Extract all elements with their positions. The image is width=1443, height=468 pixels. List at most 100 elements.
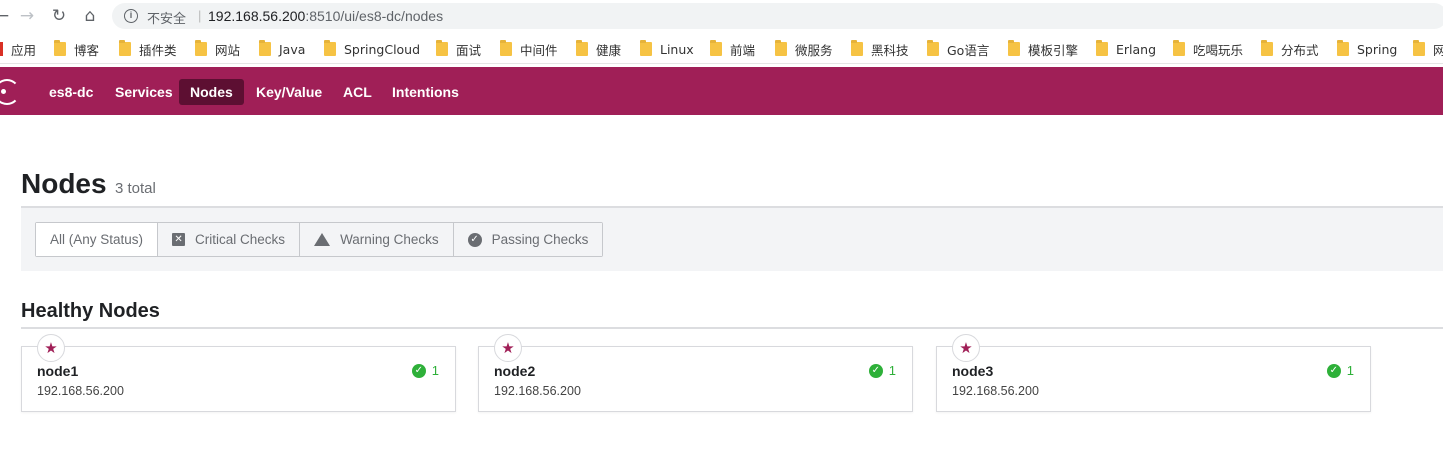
bookmark-item[interactable]: Spring bbox=[1337, 40, 1397, 58]
folder-icon bbox=[1173, 40, 1185, 56]
datacenter-selector[interactable]: es8-dc bbox=[38, 79, 104, 105]
bookmark-label: 健康 bbox=[596, 42, 622, 58]
status-filter-group: All (Any Status) ✕ Critical Checks Warnin… bbox=[35, 222, 604, 257]
bookmark-item[interactable]: 面试 bbox=[436, 40, 481, 58]
bookmark-item[interactable]: 中间件 bbox=[500, 40, 558, 58]
info-icon[interactable]: i bbox=[124, 9, 138, 23]
passing-icon: ✓ bbox=[467, 232, 482, 247]
consul-logo-icon[interactable] bbox=[0, 79, 20, 105]
filter-warning-button[interactable]: Warning Checks bbox=[299, 223, 453, 256]
filter-critical-button[interactable]: ✕ Critical Checks bbox=[157, 223, 300, 256]
warning-icon bbox=[314, 233, 331, 246]
folder-icon bbox=[576, 40, 588, 56]
bookmark-item[interactable]: 应用 bbox=[0, 40, 36, 58]
bookmark-item[interactable]: 吃喝玩乐 bbox=[1173, 40, 1243, 58]
filter-passing-button[interactable]: ✓ Passing Checks bbox=[452, 223, 603, 256]
bookmark-item[interactable]: 前端 bbox=[710, 40, 755, 58]
bookmark-label: 插件类 bbox=[139, 42, 177, 58]
apps-icon bbox=[0, 42, 3, 56]
bookmark-item[interactable]: 黑科技 bbox=[851, 40, 909, 58]
url-text[interactable]: 192.168.56.200:8510/ui/es8-dc/nodes bbox=[208, 8, 443, 24]
node-card[interactable]: ★ node2 192.168.56.200 ✓ 1 bbox=[478, 334, 913, 412]
folder-icon bbox=[775, 40, 787, 56]
filter-all-label: All (Any Status) bbox=[50, 232, 144, 247]
nav-nodes[interactable]: Nodes bbox=[179, 79, 244, 105]
check-circle-icon: ✓ bbox=[868, 363, 883, 378]
star-icon: ★ bbox=[952, 334, 980, 362]
folder-icon bbox=[1413, 40, 1425, 56]
bookmark-label: 微服务 bbox=[795, 42, 833, 58]
nav-acl[interactable]: ACL bbox=[332, 79, 383, 105]
bookmark-item[interactable]: Java bbox=[259, 40, 305, 58]
bookmark-label: 模板引擎 bbox=[1028, 42, 1079, 58]
bookmark-label: 黑科技 bbox=[871, 42, 909, 58]
folder-icon bbox=[851, 40, 863, 56]
page-title: Nodes bbox=[21, 168, 107, 199]
bookmark-item[interactable]: SpringCloud bbox=[324, 40, 420, 58]
folder-icon bbox=[1337, 40, 1349, 56]
node-address: 192.168.56.200 bbox=[952, 384, 1039, 398]
node-name: node2 bbox=[494, 363, 536, 379]
node-address: 192.168.56.200 bbox=[494, 384, 581, 398]
star-icon: ★ bbox=[37, 334, 65, 362]
bookmark-item[interactable]: Go语言 bbox=[927, 40, 989, 58]
bookmark-label: 面试 bbox=[456, 42, 482, 58]
bookmark-item[interactable]: 网站 bbox=[195, 40, 240, 58]
nav-key-value[interactable]: Key/Value bbox=[245, 79, 333, 105]
bookmark-item[interactable]: Linux bbox=[640, 40, 694, 58]
bookmark-item[interactable]: Erlang bbox=[1096, 40, 1156, 58]
bookmark-label: Java bbox=[279, 41, 306, 57]
bookmark-label: Spring bbox=[1357, 41, 1398, 57]
section-divider bbox=[21, 327, 1443, 329]
health-badge: ✓ 1 bbox=[411, 363, 439, 378]
url-path: :8510/ui/es8-dc/nodes bbox=[305, 8, 444, 24]
logo-dot bbox=[1, 89, 6, 94]
home-icon[interactable]: ⌂ bbox=[80, 6, 100, 26]
bookmark-item[interactable]: 分布式 bbox=[1261, 40, 1319, 58]
back-icon[interactable]: ← bbox=[0, 6, 12, 26]
nav-intentions[interactable]: Intentions bbox=[381, 79, 470, 105]
star-icon: ★ bbox=[494, 334, 522, 362]
check-circle-icon: ✓ bbox=[411, 363, 426, 378]
bookmark-label: 网站 bbox=[215, 42, 241, 58]
bookmark-label: Erlang bbox=[1116, 41, 1157, 57]
url-host: 192.168.56.200 bbox=[208, 8, 306, 24]
node-card[interactable]: ★ node1 192.168.56.200 ✓ 1 bbox=[21, 334, 456, 412]
filter-passing-label: Passing Checks bbox=[491, 232, 589, 247]
forward-icon[interactable]: → bbox=[17, 6, 37, 26]
bookmark-item[interactable]: 健康 bbox=[576, 40, 621, 58]
bookmark-label: 前端 bbox=[730, 42, 756, 58]
bookmark-label: Linux bbox=[660, 41, 694, 57]
folder-icon bbox=[1261, 40, 1273, 56]
folder-icon bbox=[710, 40, 722, 56]
nav-services[interactable]: Services bbox=[104, 79, 184, 105]
section-title: Healthy Nodes bbox=[21, 300, 160, 322]
bookmark-item[interactable]: 博客 bbox=[54, 40, 99, 58]
bookmark-label: SpringCloud bbox=[344, 41, 421, 57]
bookmark-item[interactable]: 插件类 bbox=[119, 40, 177, 58]
health-badge: ✓ 1 bbox=[868, 363, 896, 378]
bookmark-item[interactable]: 微服务 bbox=[775, 40, 833, 58]
passing-count: 1 bbox=[1346, 363, 1354, 378]
filter-all-button[interactable]: All (Any Status) bbox=[36, 223, 158, 256]
reload-icon[interactable]: ↻ bbox=[49, 6, 69, 26]
top-nav: es8-dc Services Nodes Key/Value ACL Inte… bbox=[0, 67, 1443, 115]
bookmark-label: Go语言 bbox=[947, 42, 990, 58]
folder-icon bbox=[195, 40, 207, 56]
insecure-label: 不安全 bbox=[147, 12, 187, 27]
health-badge: ✓ 1 bbox=[1326, 363, 1354, 378]
node-address: 192.168.56.200 bbox=[37, 384, 124, 398]
folder-icon bbox=[119, 40, 131, 56]
passing-count: 1 bbox=[431, 363, 439, 378]
bookmark-label: 分布式 bbox=[1281, 42, 1319, 58]
filter-warning-label: Warning Checks bbox=[340, 232, 439, 247]
filter-bar: All (Any Status) ✕ Critical Checks Warnin… bbox=[21, 208, 1443, 271]
folder-icon bbox=[927, 40, 939, 56]
browser-toolbar: ← → ↻ ⌂ i 不安全 | 192.168.56.200:8510/ui/e… bbox=[0, 0, 1443, 33]
critical-icon: ✕ bbox=[172, 233, 186, 246]
folder-icon bbox=[54, 40, 66, 56]
address-bar[interactable]: i 不安全 | 192.168.56.200:8510/ui/es8-dc/no… bbox=[112, 3, 1443, 29]
bookmark-item[interactable]: 网 bbox=[1413, 40, 1443, 58]
node-card[interactable]: ★ node3 192.168.56.200 ✓ 1 bbox=[936, 334, 1371, 412]
bookmark-item[interactable]: 模板引擎 bbox=[1008, 40, 1078, 58]
